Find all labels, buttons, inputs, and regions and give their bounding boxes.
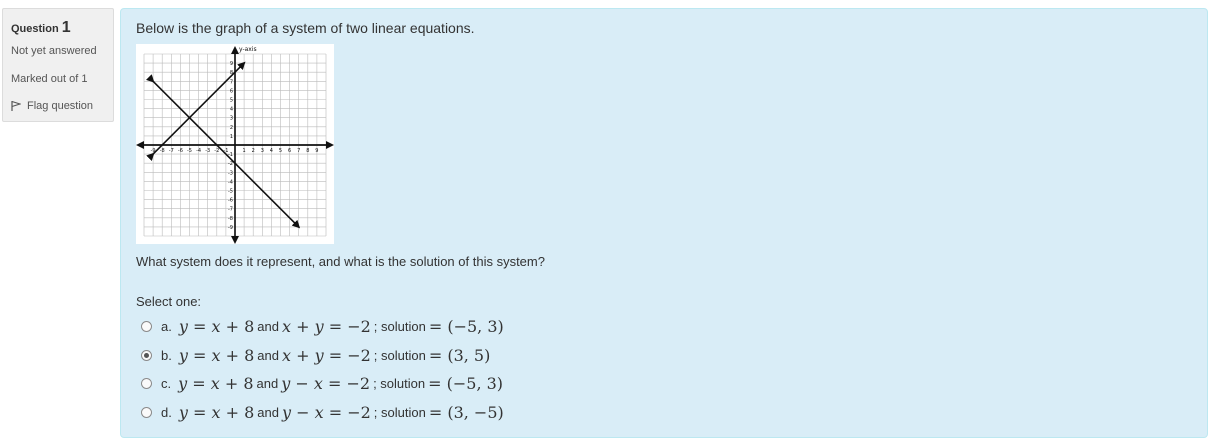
question-state: Not yet answered [11, 45, 97, 57]
x-tick-label: 6 [288, 148, 291, 154]
question-info-panel: Question 1 Not yet answered Marked out o… [2, 8, 114, 122]
y-tick-label: 7 [230, 79, 233, 85]
x-tick-label: -5 [187, 148, 192, 154]
y-tick-label: 2 [230, 125, 233, 131]
question-grade: Marked out of 1 [11, 73, 88, 85]
option-equation-2: x + y = −2 [281, 345, 371, 365]
y-tick-label: -2 [228, 161, 233, 167]
x-tick-label: 1 [243, 148, 246, 154]
option-solution-label: ; solution [373, 376, 426, 391]
y-tick-label: 4 [230, 107, 233, 113]
radio-button[interactable] [141, 321, 152, 332]
y-tick-label: 1 [230, 134, 233, 140]
option-and: and [257, 347, 279, 363]
x-tick-label: 4 [270, 148, 273, 154]
option-equation-2: x + y = −2 [281, 317, 371, 336]
system-graph: -9 -8 -7 -6 -5 -4 -3 -2 -1 1 2 3 4 5 6 7 8 9 -9 -8 -7 -6 -5 -4-… [136, 44, 339, 244]
flag-question-link[interactable]: Flag question [11, 100, 93, 112]
y-tick-label: 3 [230, 116, 233, 122]
radio-button[interactable] [141, 349, 152, 361]
y-tick-label: -5 [228, 189, 233, 195]
y-tick-label: -8 [228, 216, 233, 222]
y-tick-label: 6 [230, 88, 233, 94]
x-tick-label: -7 [169, 148, 174, 154]
option-equation-2: y − x = −2 [281, 374, 371, 393]
option-equation-1: y = x + 8 [178, 402, 255, 422]
option-and: and [256, 376, 279, 391]
y-tick-label: -6 [228, 198, 233, 204]
question-number: Question 1 [11, 19, 71, 37]
flag-question-label: Flag question [27, 100, 94, 112]
option-and: and [257, 319, 279, 334]
option-solution-label: ; solution [373, 404, 426, 420]
x-tick-label: -4 [196, 148, 201, 154]
x-tick-label: 3 [261, 148, 264, 154]
x-tick-label: 5 [279, 148, 282, 154]
x-tick-label: -8 [160, 148, 165, 154]
x-tick-label: 2 [252, 148, 255, 154]
option-solution: = (−5, 3) [428, 317, 504, 336]
radio-button[interactable] [141, 406, 152, 418]
x-tick-label: 9 [315, 148, 318, 154]
option-letter: a. [161, 319, 172, 334]
answer-option-d[interactable]: d. y = x + 8 and y − x = −2; solution = (3, … [141, 403, 507, 422]
x-tick-label: 8 [306, 148, 309, 154]
radio-button[interactable] [141, 378, 152, 389]
question-label: Question [11, 23, 59, 35]
x-tick-label: 7 [297, 148, 300, 154]
answer-option-b[interactable]: b. y = x + 8 and x + y = −2; solution = (3, … [141, 346, 493, 365]
graph-svg: -9 -8 -7 -6 -5 -4 -3 -2 -1 1 2 3 4 5 6 7 8 9-9-8-7-6-5-4-… [136, 46, 339, 244]
option-equation-1: y = x + 8 [178, 345, 255, 365]
y-tick-label: 9 [230, 61, 233, 67]
option-equation-2: y − x = −2 [281, 402, 371, 422]
x-axis-label: x-axis [333, 152, 334, 167]
y-tick-label: -4 [228, 179, 233, 185]
option-equation-1: y = x + 8 [178, 374, 254, 393]
answer-option-c[interactable]: c. y = x + 8 and y − x = −2; solution = (−5,… [141, 374, 506, 393]
option-solution: = (3, 5) [428, 345, 491, 365]
question-number-value: 1 [61, 19, 71, 36]
flag-icon [11, 100, 21, 111]
option-solution-label: ; solution [373, 319, 426, 334]
x-tick-label: -3 [205, 148, 210, 154]
x-tick-label: -6 [178, 148, 183, 154]
option-solution-label: ; solution [373, 347, 426, 363]
y-tick-label: -7 [228, 207, 233, 213]
option-letter: d. [161, 404, 172, 420]
question-formulation: Below is the graph of a system of two li… [120, 8, 1208, 438]
x-tick-label: -2 [214, 148, 219, 154]
option-and: and [257, 404, 279, 420]
y-axis-label: y-axis [239, 46, 257, 53]
y-tick-label: -9 [228, 225, 233, 231]
question-prompt: What system does it represent, and what … [136, 254, 545, 269]
option-solution: = (3, −5) [428, 402, 504, 422]
option-solution: = (−5, 3) [428, 374, 504, 393]
answer-option-a[interactable]: a. y = x + 8 and x + y = −2; solution = (−5,… [141, 317, 507, 336]
y-tick-label: -3 [228, 170, 233, 176]
option-letter: b. [161, 347, 172, 363]
option-letter: c. [161, 376, 172, 391]
select-one-label: Select one: [136, 294, 202, 309]
option-equation-1: y = x + 8 [178, 317, 255, 336]
y-tick-label: 5 [230, 98, 233, 104]
question-intro: Below is the graph of a system of two li… [136, 20, 475, 36]
